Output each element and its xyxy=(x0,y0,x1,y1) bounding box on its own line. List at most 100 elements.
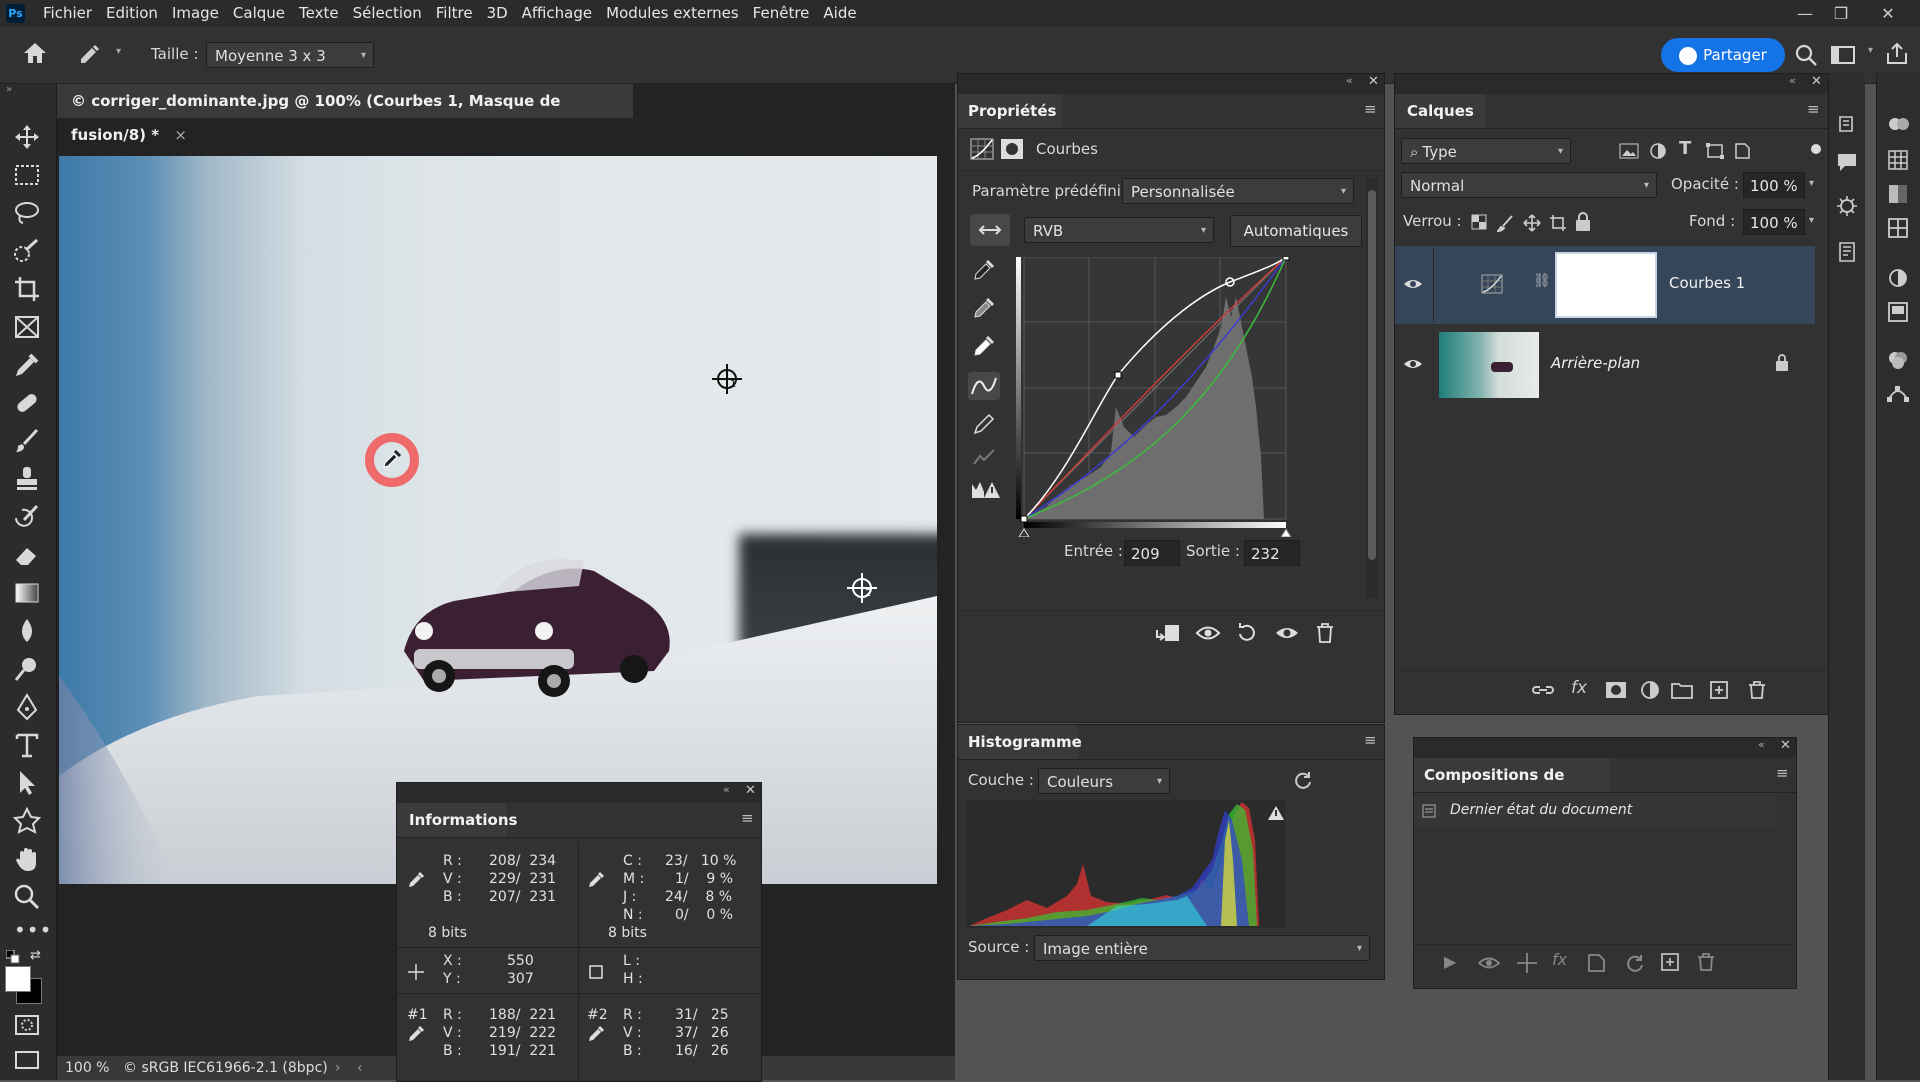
quick-mask-icon[interactable] xyxy=(14,1014,40,1036)
layer-row-arriere-plan[interactable]: Arrière-plan xyxy=(1395,326,1815,404)
document-tab[interactable]: © corriger_dominante.jpg @ 100% (Courbes… xyxy=(57,84,633,144)
quick-selection-tool-icon[interactable] xyxy=(12,236,42,266)
add-mask-icon[interactable] xyxy=(1605,680,1627,700)
healing-brush-tool-icon[interactable] xyxy=(12,388,42,418)
menu-fichier[interactable]: Fichier xyxy=(43,0,100,27)
foreground-color-swatch[interactable] xyxy=(5,966,31,992)
menu-affichage[interactable]: Affichage xyxy=(522,0,600,27)
frame-tool-icon[interactable] xyxy=(12,312,42,342)
chevron-down-icon[interactable]: ▾ xyxy=(116,46,121,57)
output-field[interactable]: 232 xyxy=(1244,540,1300,566)
delete-icon[interactable] xyxy=(1314,622,1336,644)
home-icon[interactable] xyxy=(22,41,48,65)
zoom-tool-icon[interactable] xyxy=(12,882,42,912)
restore-icon[interactable]: ❐ xyxy=(1823,0,1859,27)
lock-all-icon[interactable] xyxy=(1575,212,1591,232)
color-sampler-1-icon[interactable] xyxy=(709,361,749,401)
eyedropper-tool-icon[interactable] xyxy=(12,350,42,380)
chevron-down-icon[interactable]: ▾ xyxy=(1868,45,1873,56)
menu-edition[interactable]: Edition xyxy=(106,0,166,27)
link-layers-icon[interactable] xyxy=(1531,680,1555,700)
chevron-right-icon[interactable]: › xyxy=(335,1056,341,1080)
view-previous-state-icon[interactable] xyxy=(1194,622,1222,644)
export-share-icon[interactable] xyxy=(1884,41,1910,67)
smooth-curve-icon[interactable] xyxy=(972,446,996,468)
comments-icon[interactable] xyxy=(1836,151,1858,173)
comp-smart-object-icon[interactable] xyxy=(1586,952,1608,974)
new-group-icon[interactable] xyxy=(1671,680,1693,700)
color-icon[interactable] xyxy=(1887,113,1911,135)
move-tool-icon[interactable] xyxy=(12,122,42,152)
channel-select[interactable]: RVB ▾ xyxy=(1024,217,1214,243)
source-select[interactable]: Image entière ▾ xyxy=(1034,935,1370,961)
marquee-tool-icon[interactable] xyxy=(12,160,42,190)
collapse-icon[interactable]: » xyxy=(6,84,12,95)
scrollbar-thumb[interactable] xyxy=(1368,190,1376,560)
actions-icon[interactable] xyxy=(1836,195,1858,217)
black-point-eyedropper-icon[interactable] xyxy=(972,258,996,282)
size-select[interactable]: Moyenne 3 x 3 ▾ xyxy=(206,42,374,68)
layer-filter-select[interactable]: ⌕ Type ▾ xyxy=(1401,138,1571,164)
crop-tool-icon[interactable] xyxy=(12,274,42,304)
clipping-warning-icon[interactable] xyxy=(970,478,1000,500)
close-window-icon[interactable]: ✕ xyxy=(1870,0,1906,27)
collapse-icon[interactable]: « xyxy=(723,783,730,796)
menu-image[interactable]: Image xyxy=(172,0,227,27)
channels-icon[interactable] xyxy=(1887,349,1909,371)
new-adjustment-layer-icon[interactable] xyxy=(1639,680,1661,700)
image-canvas[interactable]: 1 2 xyxy=(59,156,937,884)
path-selection-tool-icon[interactable] xyxy=(12,768,42,798)
brush-tool-icon[interactable] xyxy=(12,426,42,456)
collapse-icon[interactable]: « xyxy=(1346,74,1353,87)
share-button[interactable]: Partager xyxy=(1661,38,1785,72)
mask-icon[interactable] xyxy=(1000,138,1024,160)
gradients-icon[interactable] xyxy=(1887,183,1909,205)
tab-calques[interactable]: Calques xyxy=(1395,94,1485,128)
patterns-icon[interactable] xyxy=(1887,217,1909,239)
tab-proprietes[interactable]: Propriétés xyxy=(958,94,1062,128)
history-icon[interactable] xyxy=(1836,113,1858,135)
comp-fx-icon[interactable]: fx xyxy=(1552,950,1567,969)
menu-modules[interactable]: Modules externes xyxy=(606,0,747,27)
filter-toggle[interactable] xyxy=(1811,144,1821,154)
new-layer-icon[interactable] xyxy=(1709,680,1729,700)
gray-point-eyedropper-icon[interactable] xyxy=(972,296,996,320)
delete-layer-icon[interactable] xyxy=(1747,680,1767,700)
pen-tool-icon[interactable] xyxy=(12,692,42,722)
shape-tool-icon[interactable] xyxy=(12,806,42,836)
chevron-down-icon[interactable]: ▾ xyxy=(1809,215,1814,226)
delete-comp-icon[interactable] xyxy=(1696,952,1716,972)
menu-fenetre[interactable]: Fenêtre xyxy=(753,0,818,27)
auto-button[interactable]: Automatiques xyxy=(1230,215,1362,247)
tab-informations[interactable]: Informations xyxy=(397,803,517,837)
eyedropper-tool-preset-icon[interactable] xyxy=(78,43,104,65)
blend-mode-select[interactable]: Normal ▾ xyxy=(1401,172,1657,198)
lock-transparent-icon[interactable] xyxy=(1471,214,1487,230)
white-point-eyedropper-icon[interactable] xyxy=(972,334,996,358)
tab-histogramme[interactable]: Histogramme xyxy=(958,725,1082,759)
layer-comp-row[interactable]: Dernier état du document xyxy=(1414,796,1776,826)
lock-position-icon[interactable] xyxy=(1523,214,1541,232)
menu-selection[interactable]: Sélection xyxy=(353,0,430,27)
layer-row-courbes[interactable]: ⛓ Courbes 1 xyxy=(1395,246,1815,324)
panel-menu-icon[interactable]: ≡ xyxy=(1807,100,1820,118)
pencil-icon[interactable] xyxy=(972,412,996,436)
screen-mode-icon[interactable] xyxy=(14,1050,40,1070)
more-tools-icon[interactable]: ••• xyxy=(14,918,52,942)
preset-select[interactable]: Personnalisée ▾ xyxy=(1122,178,1354,204)
libraries-icon[interactable] xyxy=(1887,301,1909,323)
color-sampler-2-icon[interactable] xyxy=(844,570,884,610)
scroll-left-icon[interactable]: ‹ xyxy=(357,1056,363,1080)
swatches-icon[interactable] xyxy=(1887,149,1909,171)
close-tab-icon[interactable]: × xyxy=(174,126,187,144)
blur-tool-icon[interactable] xyxy=(12,616,42,646)
refresh-icon[interactable] xyxy=(1292,769,1314,791)
on-image-adjust-button[interactable] xyxy=(970,214,1010,246)
chevron-down-icon[interactable]: ▾ xyxy=(1809,178,1814,189)
collapse-icon[interactable]: « xyxy=(1789,74,1796,87)
tab-compositions[interactable]: Compositions de calques xyxy=(1414,758,1610,818)
menu-texte[interactable]: Texte xyxy=(299,0,347,27)
history-brush-tool-icon[interactable] xyxy=(12,502,42,532)
dodge-tool-icon[interactable] xyxy=(12,654,42,684)
lock-pixels-icon[interactable] xyxy=(1497,214,1515,232)
